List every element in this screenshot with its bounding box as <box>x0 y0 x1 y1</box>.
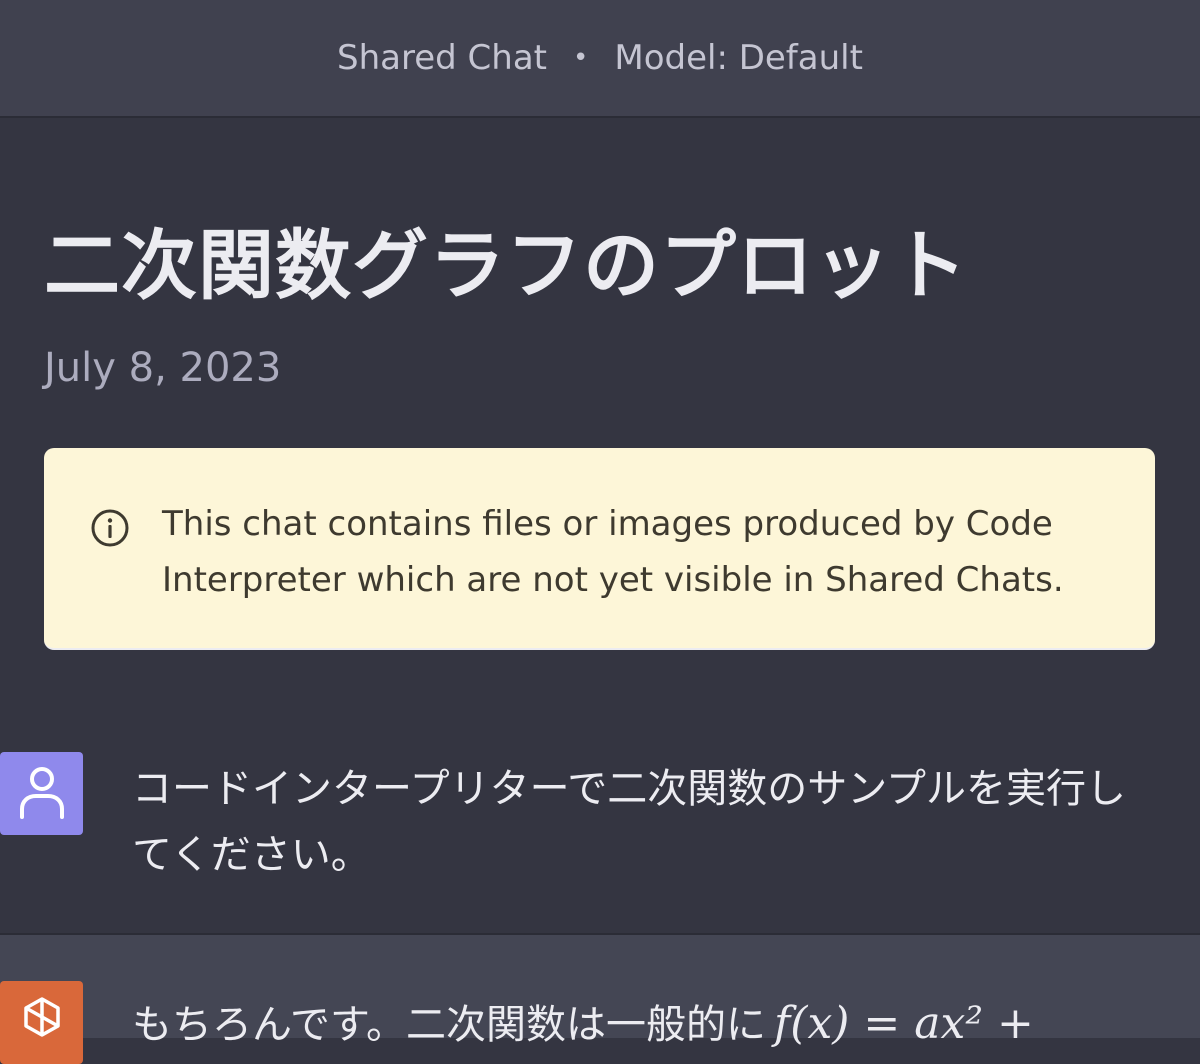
page-title: 二次関数グラフのプロット <box>44 221 968 310</box>
assistant-text-lead: もちろんです。二次関数は一般的に <box>132 1002 766 1048</box>
assistant-avatar <box>0 981 83 1064</box>
openai-logo-icon <box>14 993 70 1053</box>
conversation-date: July 8, 2023 <box>44 345 282 391</box>
header-separator: • <box>573 43 589 73</box>
assistant-message: もちろんです。二次関数は一般的に f(x) = ax² + <box>0 933 1200 1064</box>
top-bar: Shared Chat • Model: Default <box>0 0 1200 118</box>
code-interpreter-notice: This chat contains files or images produ… <box>44 448 1155 650</box>
user-message-text: コードインタープリターで二次関数のサンプルを実行してください。 <box>132 766 1126 878</box>
assistant-formula: f(x) = ax² + <box>774 998 1034 1049</box>
user-message: コードインタープリターで二次関数のサンプルを実行してください。 <box>0 690 1200 933</box>
user-icon <box>18 765 66 823</box>
model-label: Model: Default <box>614 38 863 78</box>
user-avatar <box>0 752 83 835</box>
shared-chat-label: Shared Chat <box>337 38 548 78</box>
notice-text: This chat contains files or images produ… <box>162 504 1064 600</box>
info-icon <box>90 508 130 548</box>
assistant-message-text: もちろんです。二次関数は一般的に f(x) = ax² + <box>132 991 1192 1058</box>
